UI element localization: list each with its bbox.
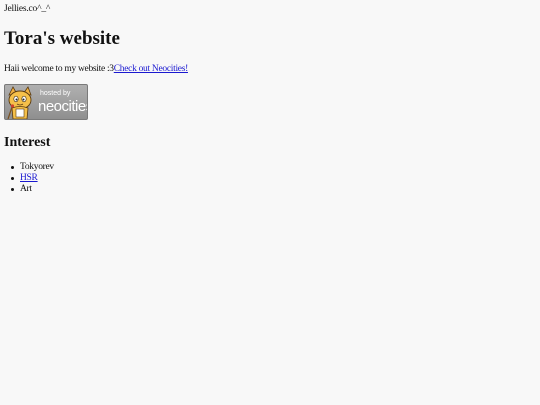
welcome-paragraph: Haii welcome to my website :3Check out N… — [4, 64, 188, 74]
interest-link-hsr[interactable]: HSR — [20, 173, 38, 183]
list-item: Tokyorev — [11, 162, 54, 173]
interest-list: Tokyorev HSR Art — [4, 162, 54, 195]
bullet-icon — [11, 177, 14, 180]
list-item: HSR — [11, 173, 54, 184]
bullet-icon — [11, 188, 14, 191]
interest-heading: Interest — [4, 135, 51, 150]
neocities-link[interactable]: Check out Neocities! — [114, 64, 189, 74]
welcome-text: Haii welcome to my website :3 — [4, 64, 114, 74]
bullet-icon — [11, 166, 14, 169]
badge-hosted-by-text: hosted by — [40, 90, 71, 97]
site-tagline: Jellies.co^_^ — [4, 4, 51, 14]
interest-label: Art — [20, 184, 32, 194]
page-title: Tora's website — [4, 28, 120, 49]
list-item: Art — [11, 184, 54, 195]
badge-neocities-text: neocities — [38, 98, 88, 115]
interest-label: Tokyorev — [20, 162, 54, 172]
page: Jellies.co^_^ Tora's website Haii welcom… — [4, 0, 540, 405]
neocities-badge[interactable]: hosted by neocities — [4, 84, 88, 120]
